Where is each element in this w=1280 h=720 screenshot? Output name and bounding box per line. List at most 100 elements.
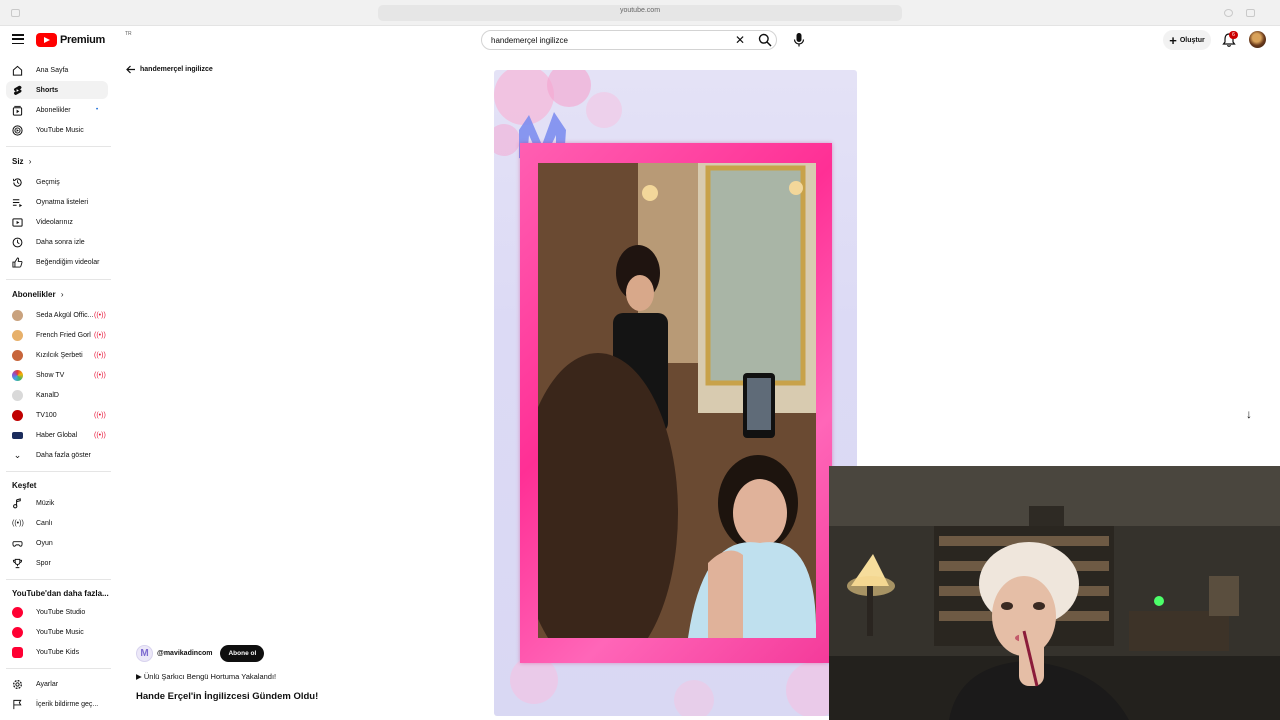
sidebar-divider [6,579,111,580]
sidebar-item-liked-videos[interactable]: Beğendiğim videolar [6,253,108,271]
channel-avatar [12,389,23,401]
sidebar-channel-french-fried-gorl[interactable]: French Fried Gorl ((•)) [6,326,108,344]
sidebar-show-more[interactable]: ⌄ Daha fazla göster [6,446,108,464]
sidebar-item-label: Spor [36,559,51,567]
sidebar-item-history[interactable]: Geçmiş [6,173,108,191]
back-to-search[interactable]: handemerçel ingilizce [126,65,213,74]
sidebar-section-subscriptions[interactable]: Abonelikler › [12,290,63,299]
sidebar-item-sports[interactable]: Spor [6,554,108,572]
sidebar-item-your-videos[interactable]: Videolarınız [6,213,108,231]
history-icon [12,177,22,187]
live-icon: ((•)) [12,519,24,527]
channel-avatar[interactable]: M [136,645,153,662]
sidebar-channel-show-tv[interactable]: Show TV ((•)) [6,366,108,384]
gaming-icon [12,540,23,547]
sidebar-item-label: YouTube Music [36,628,84,636]
sidebar-item-youtube-music-app[interactable]: YouTube Music [6,623,108,641]
sidebar-divider [6,668,111,669]
youtube-premium-logo[interactable]: Premium TR [36,31,132,47]
sidebar-item-label: Ana Sayfa [36,66,69,74]
webcam-overlay [829,466,1280,720]
youtube-kids-icon [12,646,23,658]
sidebar-item-label: Haber Global [36,431,78,439]
music-icon [13,497,21,508]
sidebar-divider [6,279,111,280]
sidebar-item-subscriptions[interactable]: Abonelikler • [6,101,108,119]
sidebar-item-label: Show TV [36,371,65,379]
sidebar-channel-seda-akgul[interactable]: Seda Akgül Offic... ((•)) [6,306,108,324]
sidebar-section-explore: Keşfet [12,481,37,490]
sidebar-item-label: Canlı [36,519,53,527]
chevron-right-icon: › [28,157,32,166]
subscribe-button[interactable]: Abone ol [220,645,265,662]
hamburger-menu-icon[interactable] [12,34,24,44]
sidebar-item-gaming[interactable]: Oyun [6,534,108,552]
channel-avatar [12,369,23,381]
video-thumbnail-image [538,163,816,638]
video-title: Hande Erçel'in İngilizcesi Gündem Oldu! [136,691,319,702]
address-bar[interactable]: youtube.com [378,5,902,21]
search-icon[interactable] [758,33,772,47]
playlists-icon [12,198,23,207]
url-text: youtube.com [619,7,661,14]
sidebar-item-label: İçerik bildirme geç... [36,700,99,708]
sidebar-item-label: Oynatma listeleri [36,198,89,206]
new-tab-icon[interactable] [1246,9,1255,17]
sidebar-item-watch-later[interactable]: Daha sonra izle [6,233,108,251]
create-button[interactable]: + Oluştur [1163,30,1211,50]
flag-icon [13,699,22,709]
shorts-icon [13,85,22,95]
sidebar-item-label: KanalD [36,391,59,399]
channel-avatar [12,409,23,421]
sidebar-channel-haber-global[interactable]: Haber Global ((•)) [6,426,108,444]
account-avatar[interactable] [1249,31,1266,48]
chevron-right-icon: › [60,290,64,299]
search-input[interactable]: handemerçel ingilizce [481,30,777,50]
sidebar-item-shorts[interactable]: Shorts [6,81,108,99]
sidebar-toggle-icon[interactable] [11,9,20,17]
sidebar-item-label: Kızılcık Şerbeti [36,351,83,359]
party-scene-illustration [538,163,816,638]
sidebar-item-settings[interactable]: Ayarlar [6,675,108,693]
back-label: handemerçel ingilizce [140,66,213,73]
share-icon[interactable] [1224,9,1233,17]
sidebar-item-home[interactable]: Ana Sayfa [6,61,108,79]
live-icon: ((•)) [94,351,106,359]
sidebar-item-label: Ayarlar [36,680,59,688]
channel-avatar [12,349,23,361]
sidebar-section-you[interactable]: Siz › [12,157,31,166]
sidebar-channel-kanald[interactable]: KanalD [6,386,108,404]
sidebar-item-label: TV100 [36,411,57,419]
sidebar-item-youtube-kids[interactable]: YouTube Kids [6,643,108,661]
sidebar-item-music[interactable]: Müzik [6,494,108,512]
sidebar-item-label: YouTube Studio [36,608,86,616]
new-content-dot: • [96,107,99,113]
search-input-value: handemerçel ingilizce [491,36,568,45]
live-icon: ((•)) [94,411,106,419]
sidebar-channel-kizilcik-serbeti[interactable]: Kızılcık Şerbeti ((•)) [6,346,108,364]
youtube-studio-icon [12,606,23,618]
watch-later-icon [12,237,23,247]
clear-search-icon[interactable]: ✕ [735,34,745,46]
logo-text: Premium [60,34,105,46]
sidebar-channel-tv100[interactable]: TV100 ((•)) [6,406,108,424]
sound-link[interactable]: ▶ Ünlü Şarkıcı Bengü Hortuma Yakalandı! [136,672,276,681]
channel-handle[interactable]: @mavikadincom [157,650,212,657]
sidebar-item-label: Oyun [36,539,53,547]
microphone-icon[interactable] [792,32,806,48]
shorts-video-player[interactable] [494,70,857,716]
channel-info: M @mavikadincom Abone ol [136,645,265,662]
sidebar-item-live[interactable]: ((•)) Canlı [6,514,108,532]
sidebar-item-label: Müzik [36,499,55,507]
back-arrow-icon [126,65,135,74]
your-videos-icon [12,217,23,227]
sidebar-divider [6,471,111,472]
sidebar-item-playlists[interactable]: Oynatma listeleri [6,193,108,211]
sidebar-item-label: French Fried Gorl [36,331,91,339]
sidebar-item-youtube-music[interactable]: YouTube Music [6,121,108,139]
sidebar-item-youtube-studio[interactable]: YouTube Studio [6,603,108,621]
youtube-music-icon [12,124,23,136]
logo-country-code: TR [125,31,132,37]
next-video-arrow-icon[interactable]: ↓ [1246,407,1252,421]
sidebar-item-report-history[interactable]: İçerik bildirme geç... [6,695,108,713]
